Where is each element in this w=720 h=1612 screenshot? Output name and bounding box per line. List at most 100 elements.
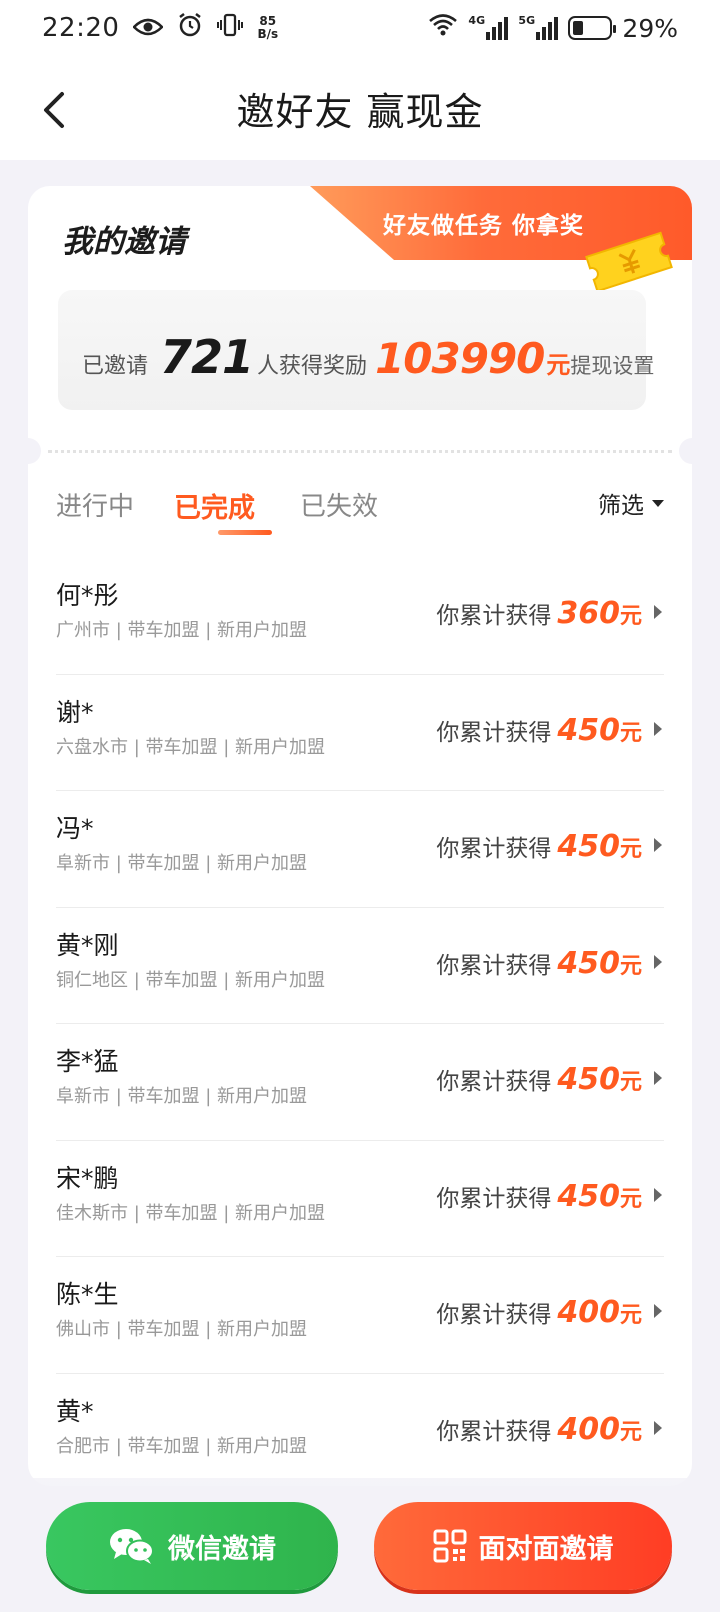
eye-icon <box>132 14 165 43</box>
wifi-icon <box>428 13 458 43</box>
ticket-notch-right <box>679 438 692 464</box>
caret-down-icon <box>652 499 664 507</box>
signal-4g-icon: 4G <box>468 14 509 40</box>
wechat-icon <box>110 1529 154 1564</box>
invitee-earnings: 你累计获得 450 元 <box>436 1062 642 1097</box>
earn-unit: 元 <box>619 1186 642 1212</box>
signal-5g-icon: 5G <box>518 14 559 40</box>
invitee-info: 铜仁地区 | 带车加盟 | 新用户加盟 <box>56 969 326 991</box>
earn-label: 你累计获得 <box>436 1418 552 1445</box>
list-item[interactable]: 何*彤广州市 | 带车加盟 | 新用户加盟 你累计获得 360 元 <box>56 558 664 675</box>
earn-amount: 400 <box>557 1411 620 1447</box>
alarm-icon <box>177 12 203 44</box>
battery-icon <box>568 16 617 40</box>
invitee-name: 黄* <box>56 1396 94 1426</box>
face-to-face-invite-button[interactable]: 面对面邀请 <box>374 1502 672 1590</box>
active-tab-indicator <box>218 530 272 535</box>
promo-ribbon-text: 好友做任务 你拿奖 <box>383 213 585 239</box>
earn-unit: 元 <box>619 953 642 979</box>
earn-amount: 360 <box>557 596 620 631</box>
page-title: 邀好友 赢现金 <box>236 89 484 134</box>
battery-percent: 29% <box>622 13 678 43</box>
list-item[interactable]: 宋*鹏 佳木斯市 | 带车加盟 | 新用户加盟 你累计获得 450 元 <box>56 1141 664 1257</box>
earn-amount: 450 <box>557 1178 620 1214</box>
invitee-earnings: 你累计获得 400 元 <box>436 1295 642 1330</box>
invited-label: 已邀请 <box>82 354 149 379</box>
earn-unit: 元 <box>619 1419 642 1445</box>
invitee-list: 何*彤 广州市 | 带车加盟 | 新用户加盟 你累计获得 360 元谢* 六盘水市 | 带… <box>56 558 664 1486</box>
earn-unit: 元 <box>619 1303 642 1328</box>
invitee-info: 广州市 | 带车加盟 | 新用户加盟 <box>56 620 308 641</box>
invitee-info: 六盘水市 | 带车加盟 | 新用户加盟 <box>56 736 326 758</box>
chevron-left-icon <box>44 92 64 128</box>
wechat-invite-button[interactable]: 微信邀请 <box>46 1502 338 1590</box>
chevron-right-icon <box>654 1187 662 1202</box>
tab-in-progress[interactable]: 进行中 <box>56 486 134 523</box>
invite-stats: 已邀请 721 人获得奖励 103990 元 提现设置 <box>58 290 654 410</box>
earn-label: 你累计获得 <box>436 836 552 862</box>
net-speed: 85 B/s <box>257 14 279 41</box>
list-item[interactable]: 冯* 阜新市 | 带车加盟 | 新用户加盟 你累计获得 450 元 <box>56 791 664 908</box>
reward-amount: 103990 <box>375 334 545 383</box>
invitee-name: 李*猛 <box>56 1047 119 1076</box>
ticket-notch-left <box>28 438 41 464</box>
earn-amount: 400 <box>557 1295 620 1330</box>
invitee-info: 佛山市 | 带车加盟 | 新用户加盟 <box>56 1319 308 1340</box>
chevron-right-icon <box>654 838 662 852</box>
withdraw-settings-link[interactable]: 提现设置 <box>570 350 654 380</box>
invitee-earnings: 你累计获得 400 元 <box>436 1412 642 1447</box>
earn-amount: 450 <box>557 1062 620 1097</box>
invitee-info: 佳木斯市 | 带车加盟 | 新用户加盟 <box>56 1202 326 1224</box>
qr-code-icon <box>433 1529 466 1563</box>
list-item[interactable]: 黄* 合肥市 | 带车加盟 | 新用户加盟 你累计获得 400 元 <box>56 1374 664 1487</box>
invitee-name: 陈*生 <box>56 1280 119 1309</box>
back-button[interactable] <box>36 88 76 132</box>
invitee-info: 阜新市 | 带车加盟 | 新用户加盟 <box>56 1086 308 1107</box>
status-bar: 22:20 85 B/s 4G 5G 29% <box>0 0 720 56</box>
invitee-name: 黄*刚 <box>56 930 119 960</box>
reward-unit: 元 <box>546 351 571 379</box>
earn-unit: 元 <box>619 837 642 862</box>
invitee-name: 谢* <box>56 697 94 727</box>
earn-unit: 元 <box>619 604 642 629</box>
invitee-info: 阜新市 | 带车加盟 | 新用户加盟 <box>56 853 308 874</box>
rewarded-label: 人获得奖励 <box>257 354 368 379</box>
list-item[interactable]: 陈*生佛山市 | 带车加盟 | 新用户加盟 你累计获得 400 元 <box>56 1257 664 1374</box>
chevron-right-icon <box>654 1071 662 1085</box>
status-tabs: 进行中 已完成 已失效 筛选 <box>56 486 664 546</box>
card-title: 我的邀请 <box>62 224 186 260</box>
earn-label: 你累计获得 <box>436 603 552 629</box>
earn-label: 你累计获得 <box>436 1069 552 1095</box>
earn-amount: 450 <box>557 945 620 981</box>
invitee-earnings: 你累计获得 450 元 <box>436 713 642 748</box>
invitee-info: 合肥市 | 带车加盟 | 新用户加盟 <box>56 1435 308 1457</box>
invitee-name: 冯* <box>56 814 94 843</box>
invitee-earnings: 你累计获得 450 元 <box>436 1179 642 1214</box>
app-header: 邀好友 赢现金 <box>0 56 720 160</box>
list-item[interactable]: 黄*刚铜仁地区 | 带车加盟 | 新用户加盟 你累计获得 450 元 <box>56 908 664 1024</box>
filter-label: 筛选 <box>598 493 644 519</box>
list-item[interactable]: 李*猛阜新市 | 带车加盟 | 新用户加盟 你累计获得 450 元 <box>56 1024 664 1141</box>
filter-button[interactable]: 筛选 <box>598 486 664 520</box>
tab-completed[interactable]: 已完成 <box>174 486 255 525</box>
wechat-invite-label: 微信邀请 <box>168 1533 276 1565</box>
invitee-earnings: 你累计获得 360 元 <box>436 596 642 631</box>
earn-label: 你累计获得 <box>436 1185 552 1212</box>
earn-unit: 元 <box>619 1070 642 1095</box>
invitee-earnings: 你累计获得 450 元 <box>436 946 642 981</box>
face-to-face-invite-label: 面对面邀请 <box>478 1533 614 1565</box>
invitee-earnings: 你累计获得 450 元 <box>436 829 642 864</box>
tab-expired[interactable]: 已失效 <box>300 486 378 523</box>
earn-label: 你累计获得 <box>436 719 552 746</box>
vibrate-icon <box>217 12 244 44</box>
earn-label: 你累计获得 <box>436 952 552 979</box>
earn-amount: 450 <box>557 712 620 748</box>
chevron-right-icon <box>654 605 662 619</box>
chevron-right-icon <box>654 721 662 736</box>
bottom-action-bar: 微信邀请 面对面邀请 <box>0 1478 720 1612</box>
list-item[interactable]: 谢* 六盘水市 | 带车加盟 | 新用户加盟 你累计获得 450 元 <box>56 675 664 791</box>
earn-amount: 450 <box>557 829 620 864</box>
invite-card: 我的邀请 好友做任务 你拿奖 已邀请 721 人获得奖励 103990 元 提现… <box>28 186 692 1486</box>
earn-label: 你累计获得 <box>436 1302 552 1328</box>
invitee-name: 何*彤 <box>56 581 119 610</box>
